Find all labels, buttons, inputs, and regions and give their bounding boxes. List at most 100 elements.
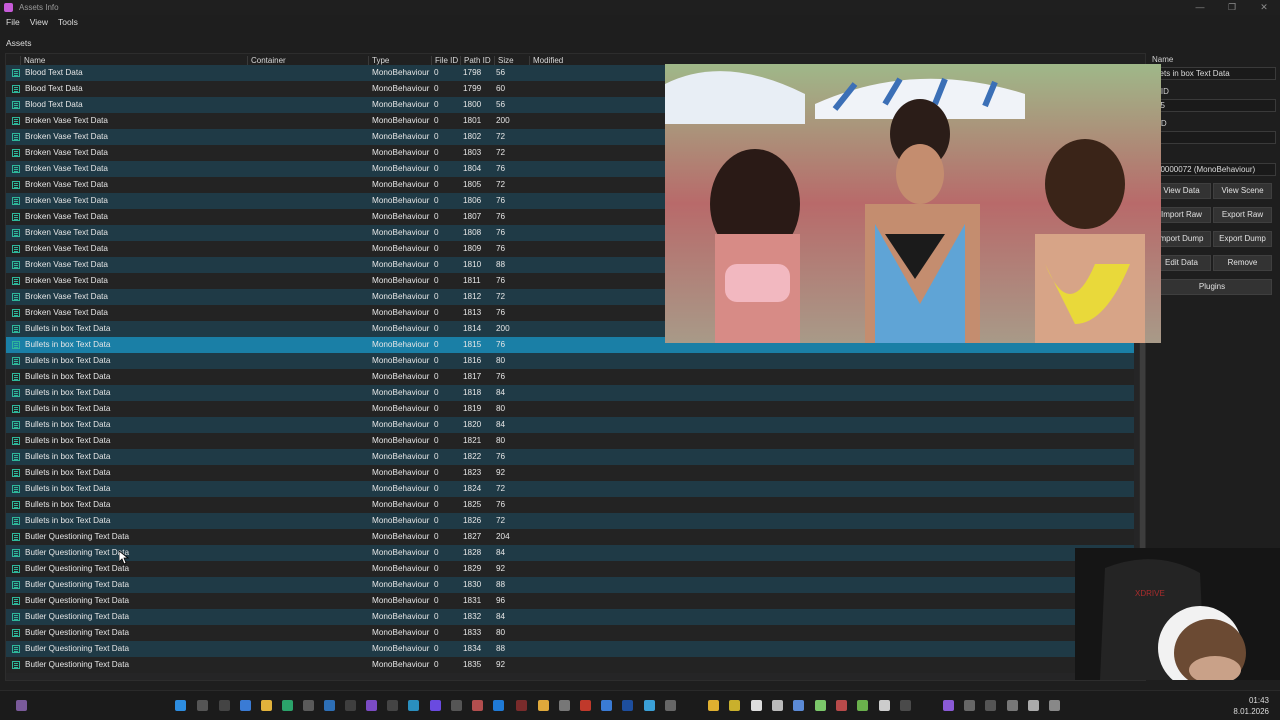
app-icon-5[interactable] [387, 700, 398, 711]
table-row[interactable]: Butler Questioning Text Data MonoBehaviou… [6, 593, 1134, 609]
table-row[interactable]: Bullets in box Text Data MonoBehaviour 0 18… [6, 481, 1134, 497]
vscode-icon[interactable] [493, 700, 504, 711]
task-view-icon[interactable] [219, 700, 230, 711]
cell-type: MonoBehaviour [372, 132, 430, 141]
cell-path-id: 1819 [463, 404, 482, 413]
app-icon-20[interactable] [793, 700, 804, 711]
app-icon-22[interactable] [836, 700, 847, 711]
table-row[interactable]: Bullets in box Text Data MonoBehaviour 0 18… [6, 433, 1134, 449]
app-icon-7[interactable] [430, 700, 441, 711]
app-icon-9[interactable] [472, 700, 483, 711]
cell-file-id: 0 [434, 196, 439, 205]
edge-icon[interactable] [282, 700, 293, 711]
export-raw-button[interactable]: Export Raw [1213, 207, 1272, 223]
cell-path-id: 1814 [463, 324, 482, 333]
menu-file[interactable]: File [6, 17, 20, 27]
cell-file-id: 0 [434, 548, 439, 557]
table-row[interactable]: Bullets in box Text Data MonoBehaviour 0 18… [6, 353, 1134, 369]
app-icon-2[interactable] [303, 700, 314, 711]
asset-icon [12, 133, 20, 141]
asset-icon [12, 245, 20, 253]
app-icon-19[interactable] [772, 700, 783, 711]
tray-icon-5[interactable] [1028, 700, 1039, 711]
start-icon[interactable] [175, 700, 186, 711]
table-row[interactable]: Butler Questioning Text Data MonoBehaviou… [6, 657, 1134, 673]
app-icon-1[interactable] [240, 700, 251, 711]
app-icon-3[interactable] [324, 700, 335, 711]
cell-size: 84 [496, 548, 506, 557]
menu-tools[interactable]: Tools [58, 17, 78, 27]
tray-icon-1[interactable] [943, 700, 954, 711]
table-row[interactable]: Butler Questioning Text Data MonoBehaviou… [6, 641, 1134, 657]
view-scene-button[interactable]: View Scene [1213, 183, 1272, 199]
app-icon-23[interactable] [857, 700, 868, 711]
app-icon-4[interactable] [366, 700, 377, 711]
steam-icon[interactable] [345, 700, 356, 711]
tray-icon-4[interactable] [1007, 700, 1018, 711]
app-icon-24[interactable] [879, 700, 890, 711]
asset-icon [12, 661, 20, 669]
asset-icon [12, 645, 20, 653]
app-icon-16[interactable] [708, 700, 719, 711]
table-row[interactable]: Bullets in box Text Data MonoBehaviour 0 18… [6, 449, 1134, 465]
widgets-icon[interactable] [16, 700, 27, 711]
app-icon-11[interactable] [580, 700, 591, 711]
tray-icon-3[interactable] [985, 700, 996, 711]
path-id-field[interactable]: 15 [1152, 99, 1276, 112]
app-icon-12[interactable] [601, 700, 612, 711]
table-row[interactable]: Bullets in box Text Data MonoBehaviour 0 18… [6, 417, 1134, 433]
cell-file-id: 0 [434, 164, 439, 173]
app-icon-13[interactable] [622, 700, 633, 711]
type-field[interactable]: 00000072 (MonoBehaviour) [1152, 163, 1276, 176]
close-icon[interactable]: ✕ [1248, 0, 1280, 15]
table-row[interactable]: Bullets in box Text Data MonoBehaviour 0 18… [6, 385, 1134, 401]
export-dump-button[interactable]: Export Dump [1213, 231, 1272, 247]
cell-path-id: 1825 [463, 500, 482, 509]
cell-file-id: 0 [434, 180, 439, 189]
app-icon-6[interactable] [408, 700, 419, 711]
plugins-button[interactable]: Plugins [1152, 279, 1272, 295]
file-explorer-icon[interactable] [261, 700, 272, 711]
cell-size: 76 [496, 244, 506, 253]
taskbar-clock[interactable]: 01:43 8.01.2026 [1233, 695, 1269, 717]
clock-date: 8.01.2026 [1233, 707, 1269, 716]
table-row[interactable]: Bullets in box Text Data MonoBehaviour 0 18… [6, 513, 1134, 529]
table-row[interactable]: Bullets in box Text Data MonoBehaviour 0 18… [6, 465, 1134, 481]
cell-size: 56 [496, 68, 506, 77]
app-icon-25[interactable] [900, 700, 911, 711]
asset-icon [12, 197, 20, 205]
app-icon-15[interactable] [665, 700, 676, 711]
app-icon-14[interactable] [644, 700, 655, 711]
file-id-field[interactable] [1152, 131, 1276, 144]
table-row[interactable]: Butler Questioning Text Data MonoBehaviou… [6, 561, 1134, 577]
table-row[interactable]: Butler Questioning Text Data MonoBehaviou… [6, 625, 1134, 641]
search-icon[interactable] [197, 700, 208, 711]
table-row[interactable]: Bullets in box Text Data MonoBehaviour 0 18… [6, 497, 1134, 513]
name-field[interactable]: llets in box Text Data [1152, 67, 1276, 80]
table-row[interactable]: Bullets in box Text Data MonoBehaviour 0 18… [6, 401, 1134, 417]
cell-type: MonoBehaviour [372, 612, 430, 621]
table-row[interactable]: Bullets in box Text Data MonoBehaviour 0 18… [6, 369, 1134, 385]
app-icon-10[interactable] [559, 700, 570, 711]
active-app-icon[interactable] [516, 700, 527, 711]
minimize-icon[interactable]: — [1184, 0, 1216, 15]
app-icon-18[interactable] [751, 700, 762, 711]
tray-icon-6[interactable] [1049, 700, 1060, 711]
maximize-icon[interactable]: ❐ [1216, 0, 1248, 15]
menu-view[interactable]: View [30, 17, 48, 27]
cell-name: Blood Text Data [25, 68, 83, 77]
app-icon-17[interactable] [729, 700, 740, 711]
table-row[interactable]: Butler Questioning Text Data MonoBehaviou… [6, 529, 1134, 545]
cell-size: 72 [496, 132, 506, 141]
table-row[interactable]: Butler Questioning Text Data MonoBehaviou… [6, 609, 1134, 625]
remove-button[interactable]: Remove [1213, 255, 1272, 271]
app-icon-8[interactable] [451, 700, 462, 711]
tray-icon-2[interactable] [964, 700, 975, 711]
chrome-icon[interactable] [538, 700, 549, 711]
cell-type: MonoBehaviour [372, 244, 430, 253]
table-row[interactable]: Butler Questioning Text Data MonoBehaviou… [6, 545, 1134, 561]
table-row[interactable]: Butler Questioning Text Data MonoBehaviou… [6, 577, 1134, 593]
cell-file-id: 0 [434, 308, 439, 317]
app-icon-21[interactable] [815, 700, 826, 711]
cell-size: 80 [496, 436, 506, 445]
